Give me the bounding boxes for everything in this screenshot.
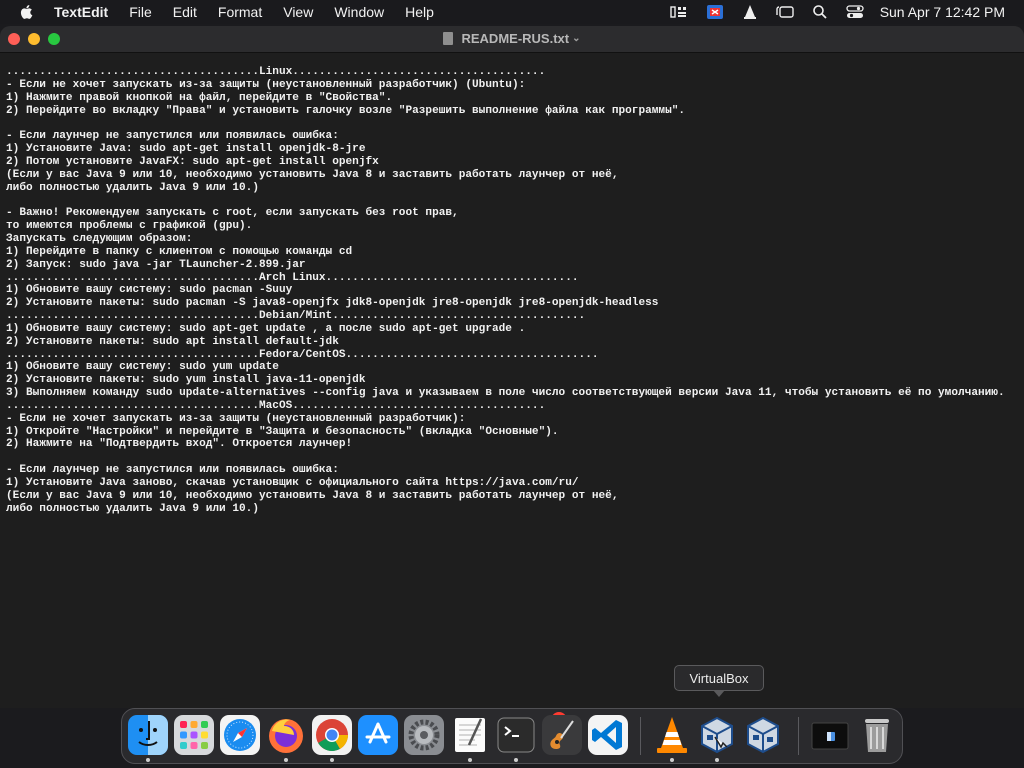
text-line: 2) Установите пакеты: sudo yum install j…	[6, 374, 366, 387]
running-indicator	[330, 758, 334, 762]
dock-separator	[798, 717, 799, 755]
text-line	[6, 117, 1020, 130]
text-line: - Если лаунчер не запустился или появила…	[6, 130, 339, 143]
text-line	[6, 451, 1020, 464]
vlc-icon[interactable]	[740, 4, 760, 20]
text-line: 1) Установите Java: sudo apt-get install…	[6, 143, 366, 156]
dock: 1	[121, 708, 903, 764]
trash-icon[interactable]	[857, 715, 897, 755]
menu-window[interactable]: Window	[334, 4, 384, 20]
control-center-icon[interactable]	[845, 4, 865, 20]
text-line: 3) Выполняем команду sudo update-alterna…	[6, 387, 1005, 400]
text-line: - Если лаунчер не запустился или появила…	[6, 464, 339, 477]
menu-view[interactable]: View	[283, 4, 313, 20]
textedit-icon[interactable]	[450, 715, 490, 755]
running-indicator	[670, 758, 674, 762]
menu-help[interactable]: Help	[405, 4, 434, 20]
window-icon[interactable]	[775, 4, 795, 20]
text-line: то имеются проблемы с графикой (gpu).	[6, 220, 253, 233]
running-indicator	[715, 758, 719, 762]
search-icon[interactable]	[810, 4, 830, 20]
menu-file[interactable]: File	[129, 4, 152, 20]
menu-edit[interactable]: Edit	[173, 4, 197, 20]
text-line: ......................................Ma…	[6, 399, 546, 412]
menubar-clock[interactable]: Sun Apr 7 12:42 PM	[880, 4, 1005, 20]
text-line: 2) Перейдите во вкладку "Права" и устано…	[6, 104, 686, 117]
text-line: Запускать следующим образом:	[6, 232, 193, 245]
text-line: 1) Перейдите в папку с клиентом с помощь…	[6, 245, 353, 258]
text-line	[6, 194, 1020, 207]
apple-icon[interactable]	[18, 3, 36, 21]
text-line: - Важно! Рекомендуем запускать с root, е…	[6, 207, 459, 220]
text-line: ......................................Fe…	[6, 348, 599, 361]
dock-separator	[640, 717, 641, 755]
text-line: 1) Установите Java заново, скачав устано…	[6, 477, 579, 489]
vlc-icon[interactable]	[652, 715, 692, 755]
screen-share-icon[interactable]	[705, 4, 725, 20]
firefox-icon[interactable]	[266, 715, 306, 755]
finder-icon[interactable]	[128, 715, 168, 755]
document-title[interactable]: README-RUS.txt ⌄	[0, 31, 1024, 46]
text-line: - Если не хочет запускать из-за защиты (…	[6, 78, 526, 91]
virtualbox-icon[interactable]	[697, 715, 737, 755]
running-indicator	[468, 758, 472, 762]
keyboard-viewer-icon[interactable]	[669, 4, 690, 20]
vscode-icon[interactable]	[588, 715, 628, 755]
text-line: 2) Установите пакеты: sudo pacman -S jav…	[6, 297, 659, 310]
tooltip-arrow	[713, 690, 725, 697]
textedit-window: README-RUS.txt ⌄ .......................…	[0, 26, 1024, 708]
text-line: 1) Обновите вашу систему: sudo pacman -S…	[6, 284, 293, 297]
text-line: 1) Обновите вашу систему: sudo yum updat…	[6, 361, 279, 374]
text-line: - Если не хочет запускать из-за защиты (…	[6, 412, 466, 425]
text-line: 2) Нажмите на "Подтвердить вход". Открое…	[6, 438, 353, 451]
screen-icon[interactable]	[810, 715, 850, 755]
system-settings-icon[interactable]	[404, 715, 444, 755]
running-indicator	[514, 758, 518, 762]
text-line: ......................................Ar…	[6, 271, 579, 284]
menu-app-name[interactable]: TextEdit	[54, 4, 108, 20]
status-area: Sun Apr 7 12:42 PM	[669, 0, 1024, 24]
text-line: 2) Установите пакеты: sudo apt install d…	[6, 335, 339, 348]
menu-bar: TextEdit File Edit Format View Window He…	[0, 0, 1024, 24]
document-icon	[443, 32, 454, 45]
menu-format[interactable]: Format	[218, 4, 262, 20]
launchpad-icon[interactable]	[174, 715, 214, 755]
chrome-icon[interactable]	[312, 715, 352, 755]
text-line: либо полностью удалить Java 9 или 10.)	[6, 181, 259, 194]
running-indicator	[146, 758, 150, 762]
text-line: ......................................De…	[6, 310, 586, 323]
terminal-icon[interactable]	[496, 715, 536, 755]
text-line: (Если у вас Java 9 или 10, необходимо ус…	[6, 168, 619, 181]
dock-tooltip: VirtualBox	[674, 665, 764, 691]
virtualbox-icon[interactable]	[743, 715, 783, 755]
text-line: либо полностью удалить Java 9 или 10.)	[6, 502, 259, 515]
text-line: 2) Запуск: sudo java -jar TLauncher-2.89…	[6, 258, 306, 271]
garageband-icon[interactable]	[542, 715, 582, 755]
text-line: (Если у вас Java 9 или 10, необходимо ус…	[6, 489, 619, 502]
safari-icon[interactable]	[220, 715, 260, 755]
text-line: ......................................Li…	[6, 66, 546, 78]
chevron-down-icon[interactable]: ⌄	[572, 33, 580, 44]
document-title-text: README-RUS.txt	[461, 31, 570, 46]
text-line: 1) Обновите вашу систему: sudo apt-get u…	[6, 322, 526, 335]
app-store-icon[interactable]	[358, 715, 398, 755]
text-document-body[interactable]: ......................................Li…	[6, 66, 1020, 516]
running-indicator	[284, 758, 288, 762]
text-line: 1) Нажмите правой кнопкой на файл, перей…	[6, 91, 393, 104]
text-line: 1) Откройте "Настройки" и перейдите в "З…	[6, 425, 559, 438]
title-bar[interactable]: README-RUS.txt ⌄	[0, 26, 1024, 53]
text-line: 2) Потом установите JavaFX: sudo apt-get…	[6, 155, 379, 168]
